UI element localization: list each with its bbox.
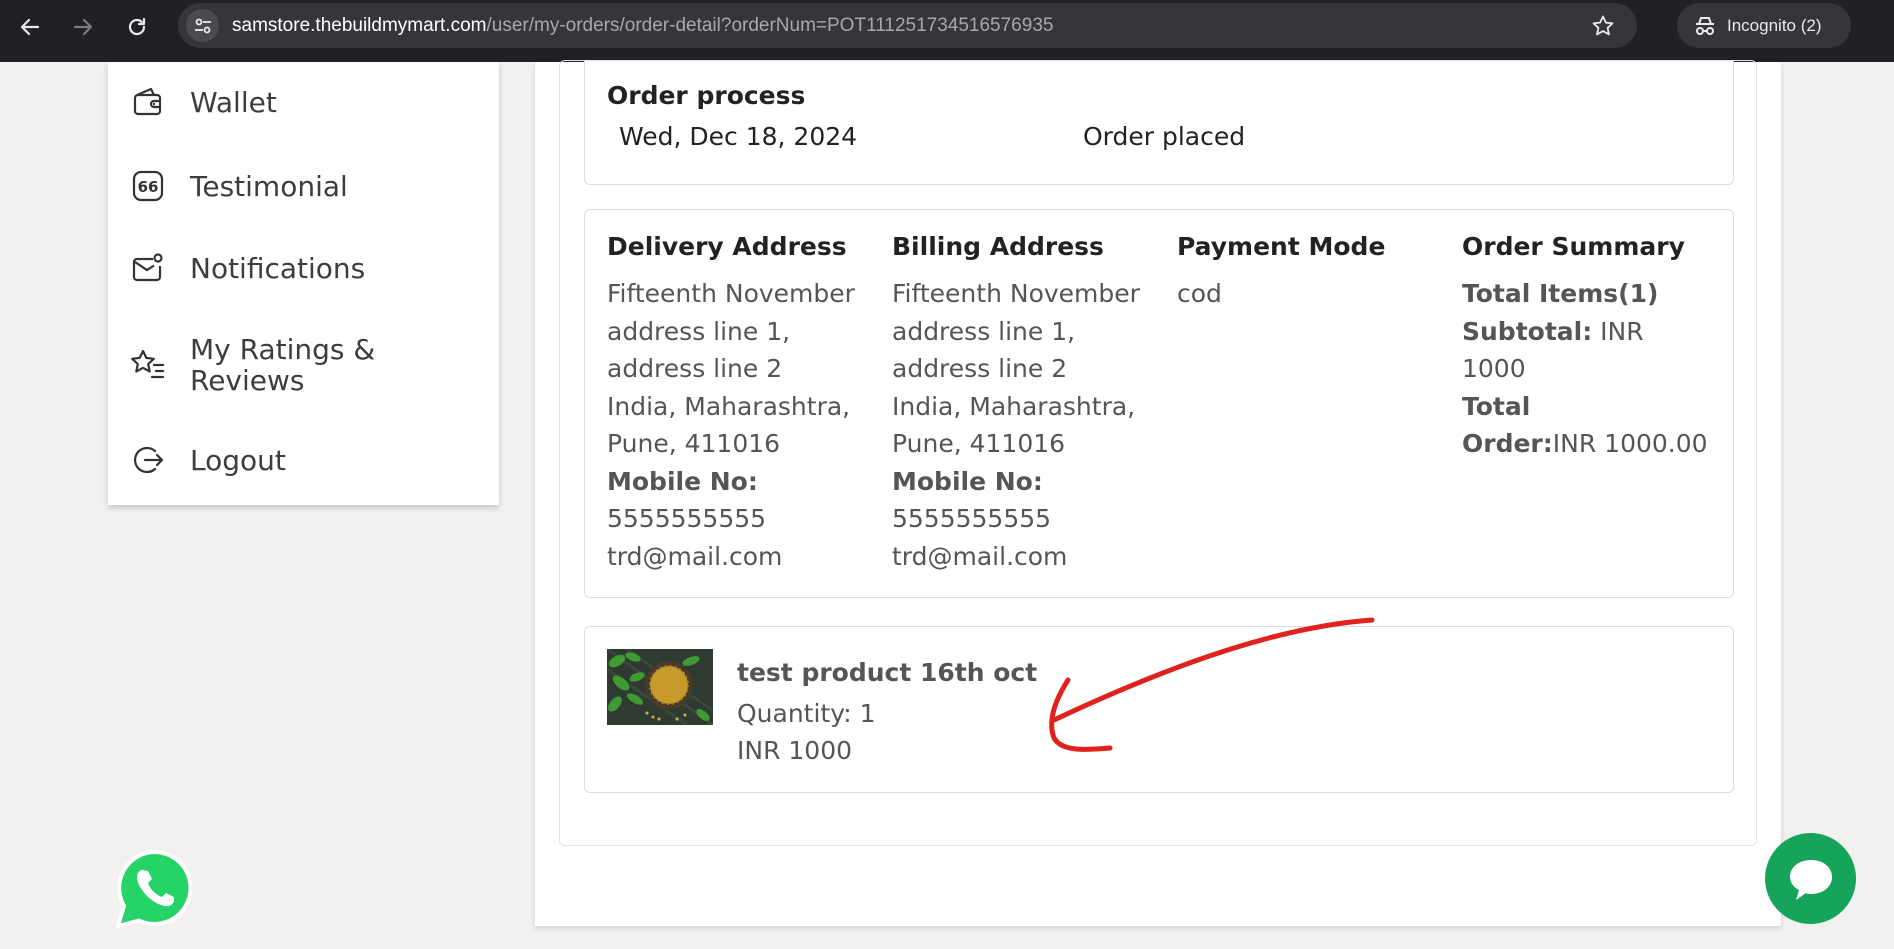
whatsapp-icon [116,850,193,928]
billing-address-title: Billing Address [892,232,1104,261]
order-summary-column: Order Summary Total Items(1) Subtotal: I… [1462,232,1712,463]
payment-mode-column: Payment Mode cod [1177,232,1427,313]
total-value: INR 1000.00 [1552,429,1708,458]
site-info-button[interactable] [186,9,219,42]
total-label: Total [1462,391,1531,421]
sidebar-item-wallet[interactable]: Wallet [130,84,277,120]
browser-toolbar: samstore.thebuildmymart.com/user/my-orde… [0,0,1894,62]
product-image [607,649,713,725]
arrow-right-icon [73,18,93,36]
reload-icon [128,17,146,36]
address-bar[interactable]: samstore.thebuildmymart.com/user/my-orde… [178,3,1637,48]
billing-address-line: India, Maharashtra, [892,391,1136,421]
svg-text:66: 66 [138,178,159,196]
sidebar-item-label: Logout [190,443,286,477]
delivery-address-line: Pune, 411016 [607,429,781,458]
chat-bubble-icon [1789,859,1832,900]
delivery-address-column: Delivery Address Fifteenth November addr… [607,232,857,575]
delivery-mobile: 5555555555 [607,504,767,533]
whatsapp-button[interactable] [114,848,196,930]
url-host: samstore.thebuildmymart.com [232,15,487,36]
order-process-title: Order process [607,81,806,110]
tune-icon [194,18,211,33]
delivery-address-line: address line 2 [607,354,783,383]
billing-mobile: 5555555555 [892,504,1052,533]
logout-icon [130,442,166,478]
billing-address-line: Pune, 411016 [892,429,1066,458]
delivery-address-title: Delivery Address [607,232,847,261]
sidebar-item-label: Notifications [190,251,366,285]
billing-address-line: address line 1, [892,316,1076,346]
order-summary-title: Order Summary [1462,232,1685,261]
quote-icon: 66 [130,168,166,204]
delivery-mobile-label: Mobile No: [607,466,758,496]
delivery-address-line: India, Maharashtra, [607,391,851,421]
billing-address-line: Fifteenth November [892,279,1140,308]
subtotal-label: Subtotal: [1462,316,1593,346]
incognito-icon [1696,16,1714,35]
sidebar-item-label: Wallet [190,85,277,119]
sidebar-item-testimonial[interactable]: 66 Testimonial [130,168,348,204]
billing-address-column: Billing Address Fifteenth November addre… [892,232,1142,575]
sidebar-item-ratings-reviews[interactable]: My Ratings & Reviews [130,334,390,396]
back-button[interactable] [15,12,45,42]
sidebar-item-logout[interactable]: Logout [130,442,286,478]
wallet-icon [130,84,166,120]
product-quantity: Quantity: 1 [737,699,876,728]
billing-address-line: address line 2 [892,354,1068,383]
sidebar-item-label: Testimonial [190,169,348,203]
order-info-card: Delivery Address Fifteenth November addr… [584,209,1734,598]
delivery-address-line: address line 1, [607,316,791,346]
arrow-left-icon [20,18,40,36]
sidebar-item-label: My Ratings & Reviews [190,333,376,397]
forward-button[interactable] [68,12,98,42]
delivery-address-line: Fifteenth November [607,279,855,308]
bookmark-star-icon[interactable] [1591,14,1615,38]
live-chat-button[interactable] [1765,833,1856,924]
product-price: INR 1000 [737,736,853,765]
product-thumbnail[interactable] [607,649,713,725]
order-detail-container: Order process Wed, Dec 18, 2024 Order pl… [559,60,1757,846]
order-process-status: Order placed [1083,122,1246,151]
order-process-date: Wed, Dec 18, 2024 [619,122,858,151]
star-rating-icon [130,347,166,383]
order-detail-panel: Order process Wed, Dec 18, 2024 Order pl… [535,60,1781,926]
order-process-card: Order process Wed, Dec 18, 2024 Order pl… [584,61,1734,185]
payment-mode-title: Payment Mode [1177,232,1386,261]
incognito-label: Incognito (2) [1727,15,1822,35]
order-item-card: test product 16th oct Quantity: 1 INR 10… [584,626,1734,793]
billing-mobile-label: Mobile No: [892,466,1043,496]
account-sidebar: Wallet 66 Testimonial Notifications My R… [108,62,499,505]
reload-button[interactable] [122,12,152,42]
product-name[interactable]: test product 16th oct [737,658,1037,687]
url-path: /user/my-orders/order-detail?orderNum=PO… [486,15,1054,36]
delivery-email: trd@mail.com [607,541,783,571]
mail-notification-icon [130,250,166,286]
total-items: Total Items(1) [1462,279,1659,308]
payment-mode-value: cod [1177,279,1222,308]
billing-email: trd@mail.com [892,541,1068,571]
sidebar-item-notifications[interactable]: Notifications [130,250,365,286]
total-label: Order: [1462,429,1553,458]
incognito-indicator[interactable]: Incognito (2) [1677,3,1851,48]
url-text[interactable]: samstore.thebuildmymart.com/user/my-orde… [232,3,1053,48]
